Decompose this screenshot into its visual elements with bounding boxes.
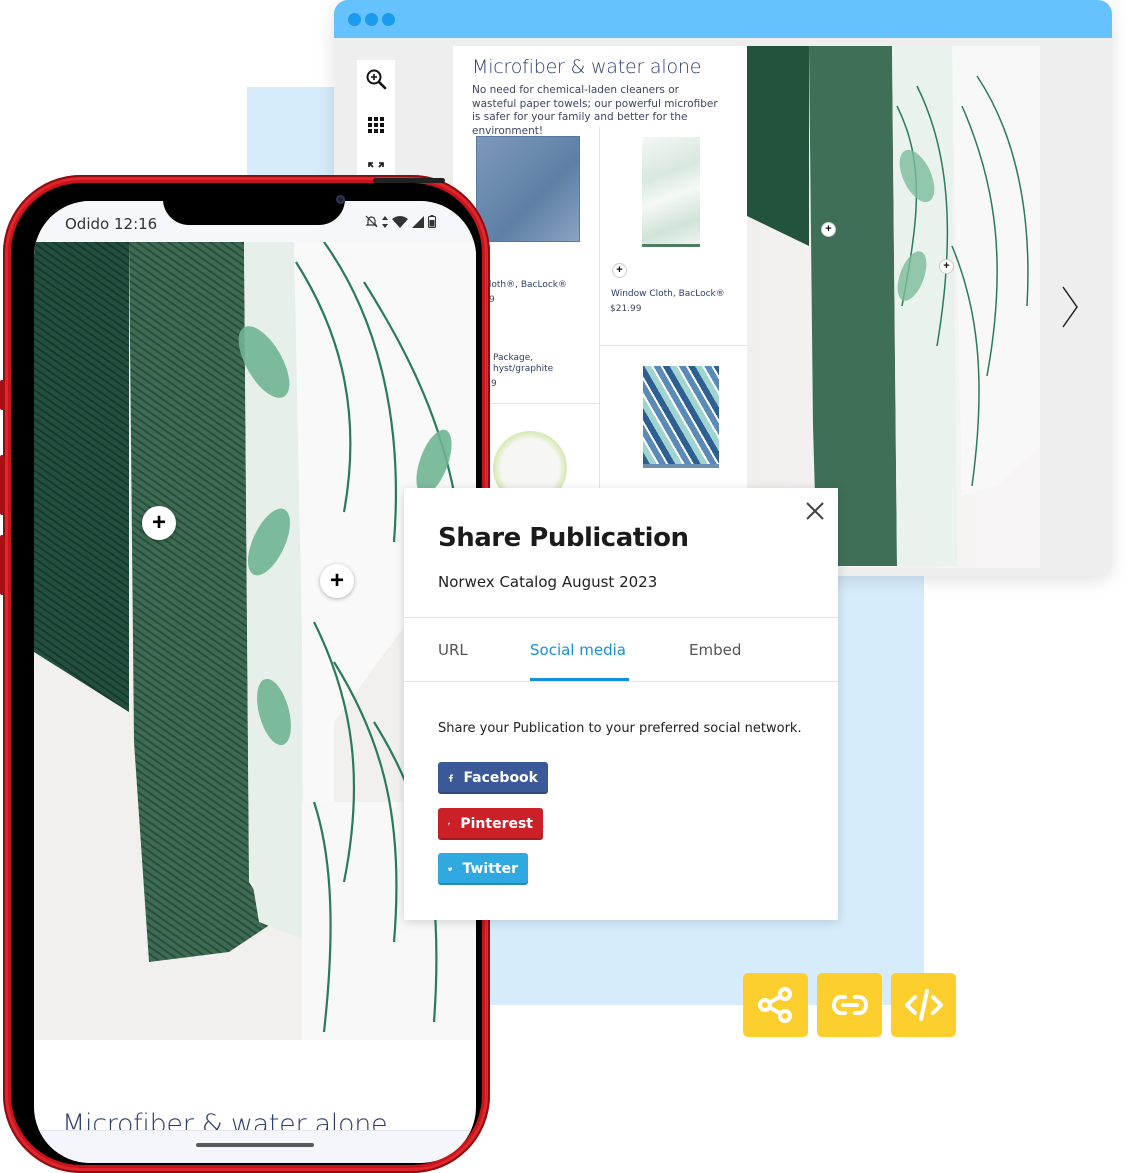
tab-social-media[interactable]: Social media <box>530 641 626 659</box>
battery-icon <box>428 215 436 228</box>
home-indicator[interactable] <box>196 1143 314 1147</box>
grid-view-button[interactable] <box>357 110 395 140</box>
page-description: No need for chemical-laden cleaners or w… <box>472 84 718 137</box>
product-name: hyst/graphite <box>493 364 554 374</box>
window-dot <box>365 13 378 26</box>
product-image-leaf-mitt[interactable] <box>643 366 719 468</box>
front-camera <box>336 195 345 204</box>
tab-embed[interactable]: Embed <box>689 641 741 659</box>
dialog-title: Share Publication <box>438 523 689 553</box>
phone-notch <box>163 178 445 225</box>
product-name: Window Cloth, BacLock® <box>611 289 725 299</box>
divider <box>404 617 838 618</box>
signal-icon <box>412 215 424 228</box>
window-dot <box>348 13 361 26</box>
chevron-right-icon[interactable] <box>1060 285 1080 329</box>
pinterest-label: Pinterest <box>460 816 533 832</box>
expand-icon <box>368 162 384 168</box>
page-title: Microfiber & water alone <box>472 56 702 78</box>
product-hotspot-button[interactable]: + <box>612 263 627 278</box>
product-price: 9 <box>491 379 497 389</box>
pinterest-share-button[interactable]: Pinterest <box>438 808 543 840</box>
link-tile-button[interactable] <box>817 973 882 1037</box>
zoom-in-button[interactable] <box>357 64 395 94</box>
product-image-window-cloth[interactable] <box>642 137 700 247</box>
share-description: Share your Publication to your preferred… <box>438 721 802 736</box>
product-hotspot-button[interactable]: + <box>142 506 176 540</box>
grid-icon <box>368 117 384 133</box>
share-tile-button[interactable] <box>743 973 808 1037</box>
tab-url[interactable]: URL <box>438 641 468 659</box>
phone-side-button <box>0 535 5 595</box>
twitter-label: Twitter <box>462 861 518 877</box>
browser-title-bar <box>334 0 1112 38</box>
product-hotspot-button[interactable]: + <box>320 564 354 598</box>
wifi-icon <box>392 215 408 228</box>
status-icons <box>365 215 436 228</box>
embed-code-icon <box>904 989 943 1021</box>
mute-icon <box>365 215 378 228</box>
zoom-in-icon <box>366 69 387 90</box>
data-icon <box>382 215 388 228</box>
phone-speaker <box>373 178 445 183</box>
product-hotspot-button[interactable]: + <box>939 259 954 274</box>
window-dot <box>382 13 395 26</box>
facebook-share-button[interactable]: Facebook <box>438 762 548 794</box>
phone-side-button <box>0 455 5 515</box>
close-icon[interactable] <box>804 500 826 522</box>
share-publication-dialog: Share Publication Norwex Catalog August … <box>404 488 838 920</box>
facebook-label: Facebook <box>463 770 538 786</box>
link-icon <box>831 995 868 1015</box>
twitter-icon <box>448 867 453 871</box>
phone-nav-bar <box>34 1130 476 1163</box>
phone-side-button <box>0 380 5 410</box>
grid-divider <box>599 345 747 346</box>
facebook-icon <box>448 774 453 782</box>
publication-name: Norwex Catalog August 2023 <box>438 573 658 591</box>
product-price: $21.99 <box>610 304 642 314</box>
divider <box>404 681 838 682</box>
share-icon <box>757 987 792 1023</box>
pinterest-icon <box>448 822 451 826</box>
carrier-time: Odido 12:16 <box>65 215 158 233</box>
embed-tile-button[interactable] <box>891 973 956 1037</box>
product-name: Package, <box>493 353 534 363</box>
twitter-share-button[interactable]: Twitter <box>438 853 528 885</box>
product-hotspot-button[interactable]: + <box>821 222 836 237</box>
product-image-blue-cloth[interactable] <box>476 136 580 242</box>
